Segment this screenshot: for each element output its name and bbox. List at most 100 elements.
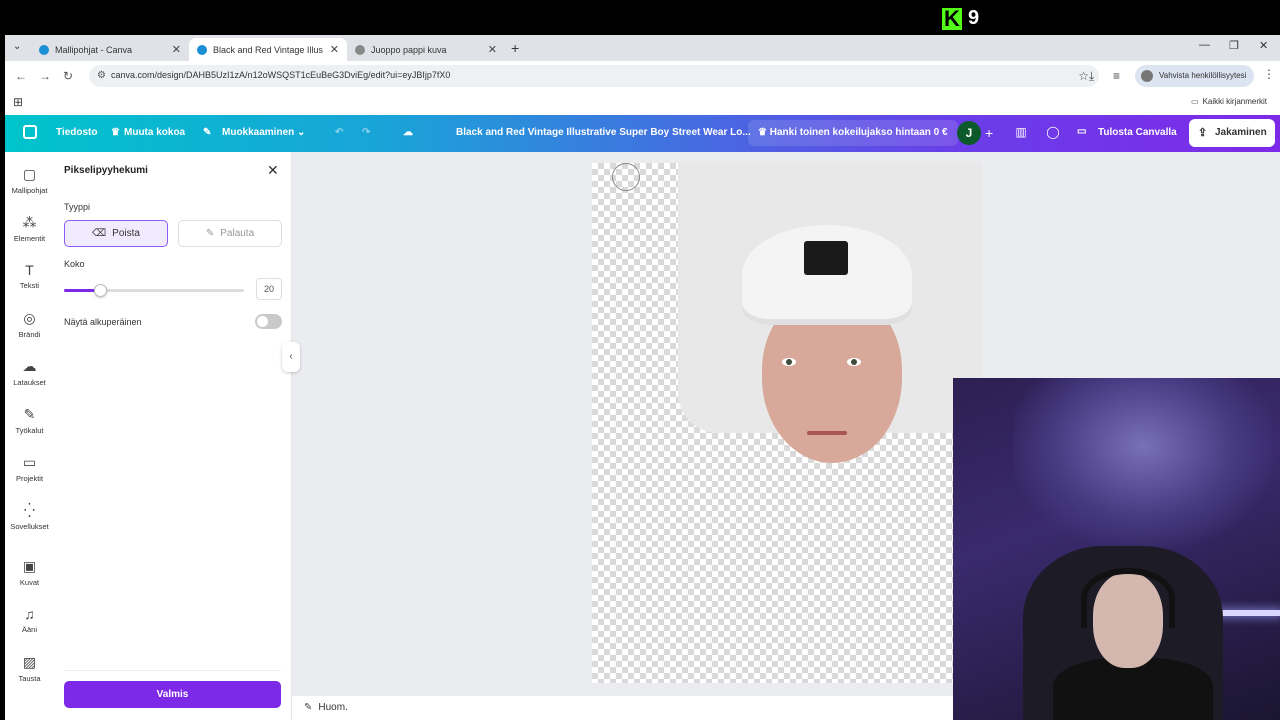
brand-icon: ◎: [23, 310, 36, 326]
rail-photos[interactable]: ▣ Kuvat: [5, 558, 54, 587]
canva-toolbar: Tiedosto ♛ Muuta kokoa ✎ Muokkaaminen ⌄ …: [5, 115, 1280, 152]
slider-thumb[interactable]: [94, 284, 107, 297]
rail-label: Elementit: [13, 234, 46, 243]
address-bar: ← → ↻ ⚙ canva.com/design/DAHB5UzI1zA/n12…: [5, 61, 1280, 91]
elements-icon: ⁂: [22, 214, 37, 230]
download-icon[interactable]: ⤓: [1089, 69, 1094, 84]
share-button[interactable]: Jakaminen: [1189, 119, 1275, 147]
apps-icon: ⁛: [23, 502, 36, 518]
eraser-panel: Pikselipyyhekumi ✕ Tyyppi ⌫ Poista ✎ Palau…: [54, 152, 292, 720]
rail-label: Kuvat: [19, 578, 40, 587]
rail-apps[interactable]: ⁛ Sovellukset: [5, 502, 54, 531]
restore-button[interactable]: ✎ Palauta: [178, 220, 282, 247]
extensions-icon[interactable]: ≡: [1113, 69, 1120, 83]
print-button[interactable]: Tulosta Canvalla: [1098, 127, 1177, 138]
size-label: Koko: [64, 259, 85, 269]
rail-label: Ääni: [21, 625, 37, 634]
erase-label: Poista: [112, 228, 140, 239]
close-icon[interactable]: ✕: [172, 43, 181, 56]
new-tab-icon[interactable]: +: [511, 40, 519, 56]
truck-icon: ▭: [1077, 126, 1087, 137]
rail-elements[interactable]: ⁂ Elementit: [5, 214, 54, 243]
comment-icon[interactable]: ◯: [1041, 125, 1065, 143]
rail-label: Sovellukset: [10, 522, 49, 531]
divider: [64, 670, 281, 671]
analytics-icon[interactable]: ▥: [1009, 125, 1033, 143]
verify-identity-button[interactable]: Vahvista henkilöllisyytesi: [1135, 65, 1255, 87]
back-icon[interactable]: ←: [15, 69, 27, 83]
done-button[interactable]: Valmis: [64, 681, 281, 708]
menu-kebab-icon[interactable]: ⋮: [1263, 67, 1275, 81]
eraser-icon: ⌫: [92, 228, 107, 239]
rail-label: Brändi: [18, 330, 41, 339]
eraser-cursor: [612, 163, 640, 191]
tab-design[interactable]: Black and Red Vintage Illustrati ✕: [189, 38, 347, 61]
all-bookmarks-button[interactable]: Kaikki kirjanmerkit: [1191, 97, 1267, 106]
rail-tools[interactable]: ✎ Työkalut: [5, 406, 54, 435]
design-title[interactable]: Black and Red Vintage Illustrative Super…: [456, 127, 751, 138]
editing-menu[interactable]: Muokkaaminen: [222, 127, 294, 138]
url-text: canva.com/design/DAHB5UzI1zA/n12oWSQST1c…: [111, 70, 451, 80]
tab-label: Mallipohjat - Canva: [55, 44, 133, 55]
close-icon[interactable]: ✕: [267, 162, 279, 179]
url-field[interactable]: ⚙ canva.com/design/DAHB5UzI1zA/n12oWSQST…: [89, 65, 1099, 87]
rail-uploads[interactable]: ☁ Lataukset: [5, 358, 54, 387]
file-menu[interactable]: Tiedosto: [56, 127, 97, 138]
kick-logo-icon: [942, 6, 962, 32]
left-rail: ▢ Mallipohjat ⁂ Elementit T Teksti ◎ Brändi …: [5, 152, 54, 720]
canva-favicon-icon: [197, 44, 207, 55]
tab-search-icon[interactable]: ⌄: [13, 41, 21, 52]
resize-button[interactable]: Muuta kokoa: [124, 127, 185, 138]
rail-label: Mallipohjat: [11, 186, 48, 195]
rail-label: Tausta: [18, 674, 41, 683]
user-avatar[interactable]: J: [957, 121, 981, 145]
cloud-saved-icon[interactable]: ☁: [403, 127, 413, 138]
photo-eye: [847, 358, 861, 366]
maximize-icon[interactable]: ❐: [1229, 39, 1239, 52]
undo-icon[interactable]: ↶: [335, 127, 343, 138]
erase-button[interactable]: ⌫ Poista: [64, 220, 168, 247]
rail-templates[interactable]: ▢ Mallipohjat: [5, 166, 54, 195]
rail-audio[interactable]: ♫ Ääni: [5, 606, 54, 634]
restore-label: Palauta: [220, 228, 255, 239]
add-collaborator-icon[interactable]: +: [985, 125, 993, 141]
collapse-panel-icon[interactable]: ‹: [282, 342, 300, 372]
tab-label: Black and Red Vintage Illustrati: [213, 44, 323, 55]
notes-button[interactable]: Huom.: [304, 702, 347, 713]
rail-text[interactable]: T Teksti: [5, 262, 54, 290]
tab-label: Juoppo pappi kuva: [371, 44, 447, 55]
trial-button[interactable]: ♛ Hanki toinen kokeilujakso hintaan 0 €: [748, 120, 958, 146]
design-canvas[interactable]: [592, 163, 982, 683]
show-original-toggle[interactable]: [255, 314, 282, 329]
rail-brand[interactable]: ◎ Brändi: [5, 310, 54, 339]
size-input[interactable]: 20: [256, 278, 282, 300]
redo-icon[interactable]: ↷: [362, 127, 370, 138]
audio-icon: ♫: [24, 606, 35, 622]
webcam-light: [1013, 378, 1273, 548]
forward-icon[interactable]: →: [39, 69, 51, 83]
close-icon[interactable]: ✕: [330, 43, 339, 56]
tab-templates[interactable]: Mallipohjat - Canva ✕: [31, 38, 189, 61]
headset-icon: [1081, 568, 1175, 628]
templates-icon: ▢: [22, 166, 37, 182]
rail-projects[interactable]: ▭ Projektit: [5, 454, 54, 483]
site-info-icon[interactable]: ⚙: [97, 70, 106, 81]
stream-top-bar: [0, 0, 1280, 35]
close-window-icon[interactable]: ✕: [1259, 39, 1268, 52]
type-label: Tyyppi: [64, 202, 91, 212]
sidebar-toggle-icon[interactable]: [23, 125, 37, 139]
apps-grid-icon[interactable]: ⊞: [13, 95, 23, 109]
canva-favicon-icon: [39, 44, 49, 55]
verify-label: Vahvista henkilöllisyytesi: [1159, 71, 1247, 80]
minimize-icon[interactable]: —: [1199, 39, 1210, 51]
photo-mouth: [807, 431, 847, 435]
rail-label: Teksti: [19, 281, 40, 290]
close-icon[interactable]: ✕: [488, 43, 497, 56]
chevron-down-icon[interactable]: ⌄: [297, 127, 305, 138]
rail-background[interactable]: ▨ Tausta: [5, 654, 54, 683]
bookmark-star-icon[interactable]: ☆: [1078, 69, 1089, 83]
reload-icon[interactable]: ↻: [63, 69, 73, 83]
tab-image[interactable]: Juoppo pappi kuva ✕: [347, 38, 505, 61]
size-slider[interactable]: [64, 284, 244, 297]
photo-cap: [742, 225, 912, 325]
